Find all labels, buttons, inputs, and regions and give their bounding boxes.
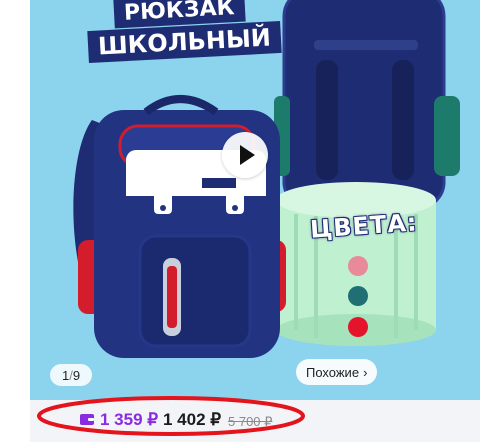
color-swatch-red xyxy=(348,317,368,337)
chevron-right-icon: › xyxy=(363,364,368,380)
frame-left xyxy=(0,0,30,442)
image-page-counter: 1 / 9 xyxy=(50,364,92,386)
promo-title: РЮКЗАК ШКОЛЬНЫЙ xyxy=(87,0,282,68)
color-swatch-pink xyxy=(348,256,368,276)
old-price: 5 700 ₽ xyxy=(228,414,273,429)
color-swatch-teal xyxy=(348,286,368,306)
wallet-icon xyxy=(80,414,94,425)
price-bar: 1 359 ₽ 1 402 ₽ 5 700 ₽ xyxy=(30,400,480,442)
page-counter-current: 1 xyxy=(61,367,70,383)
frame-right xyxy=(480,0,500,442)
backpack-back-view xyxy=(274,0,460,210)
play-video-button[interactable] xyxy=(222,132,268,178)
play-icon xyxy=(240,145,255,165)
similar-products-label: Похожие xyxy=(306,364,360,380)
card-price: 1 359 ₽ xyxy=(100,410,159,429)
product-image-gallery[interactable]: РЮКЗАК ШКОЛЬНЫЙ ЦВЕТА: xyxy=(30,0,480,400)
regular-price: 1 402 ₽ xyxy=(163,410,222,429)
similar-products-button[interactable]: Похожие › xyxy=(296,359,378,385)
page-counter-total: 9 xyxy=(72,367,81,383)
